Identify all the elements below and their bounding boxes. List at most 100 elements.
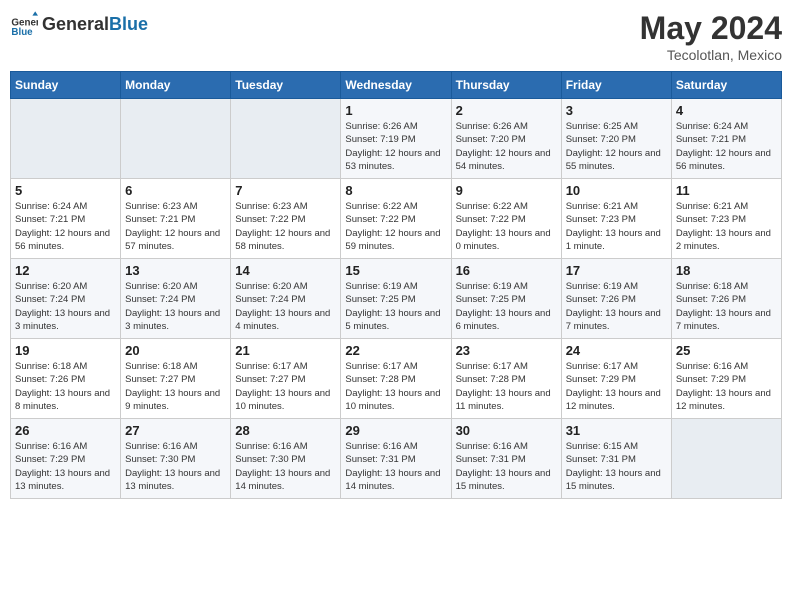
day-info: Sunrise: 6:19 AM Sunset: 7:25 PM Dayligh… (456, 280, 557, 333)
table-row: 26 Sunrise: 6:16 AM Sunset: 7:29 PM Dayl… (11, 419, 121, 499)
day-info: Sunrise: 6:18 AM Sunset: 7:27 PM Dayligh… (125, 360, 226, 413)
daylight-text: Daylight: 13 hours and 15 minutes. (566, 468, 661, 492)
table-row: 1 Sunrise: 6:26 AM Sunset: 7:19 PM Dayli… (341, 99, 451, 179)
day-number: 24 (566, 343, 667, 358)
day-info: Sunrise: 6:24 AM Sunset: 7:21 PM Dayligh… (15, 200, 116, 253)
sunset-text: Sunset: 7:30 PM (125, 454, 195, 465)
sunset-text: Sunset: 7:26 PM (566, 294, 636, 305)
day-info: Sunrise: 6:16 AM Sunset: 7:30 PM Dayligh… (125, 440, 226, 493)
sunrise-text: Sunrise: 6:17 AM (456, 361, 528, 372)
sunset-text: Sunset: 7:24 PM (15, 294, 85, 305)
table-row: 27 Sunrise: 6:16 AM Sunset: 7:30 PM Dayl… (121, 419, 231, 499)
day-number: 30 (456, 423, 557, 438)
table-row: 15 Sunrise: 6:19 AM Sunset: 7:25 PM Dayl… (341, 259, 451, 339)
sunset-text: Sunset: 7:26 PM (676, 294, 746, 305)
daylight-text: Daylight: 13 hours and 4 minutes. (235, 308, 330, 332)
day-info: Sunrise: 6:16 AM Sunset: 7:29 PM Dayligh… (15, 440, 116, 493)
header-saturday: Saturday (671, 72, 781, 99)
table-row: 30 Sunrise: 6:16 AM Sunset: 7:31 PM Dayl… (451, 419, 561, 499)
sunset-text: Sunset: 7:20 PM (566, 134, 636, 145)
day-info: Sunrise: 6:18 AM Sunset: 7:26 PM Dayligh… (676, 280, 777, 333)
sunset-text: Sunset: 7:27 PM (235, 374, 305, 385)
daylight-text: Daylight: 13 hours and 0 minutes. (456, 228, 551, 252)
day-info: Sunrise: 6:23 AM Sunset: 7:21 PM Dayligh… (125, 200, 226, 253)
header-thursday: Thursday (451, 72, 561, 99)
sunrise-text: Sunrise: 6:19 AM (345, 281, 417, 292)
sunrise-text: Sunrise: 6:16 AM (235, 441, 307, 452)
daylight-text: Daylight: 13 hours and 12 minutes. (566, 388, 661, 412)
day-info: Sunrise: 6:26 AM Sunset: 7:19 PM Dayligh… (345, 120, 446, 173)
sunrise-text: Sunrise: 6:20 AM (15, 281, 87, 292)
day-number: 14 (235, 263, 336, 278)
daylight-text: Daylight: 12 hours and 58 minutes. (235, 228, 330, 252)
day-number: 4 (676, 103, 777, 118)
sunset-text: Sunset: 7:31 PM (456, 454, 526, 465)
daylight-text: Daylight: 12 hours and 59 minutes. (345, 228, 440, 252)
day-info: Sunrise: 6:17 AM Sunset: 7:29 PM Dayligh… (566, 360, 667, 413)
table-row: 14 Sunrise: 6:20 AM Sunset: 7:24 PM Dayl… (231, 259, 341, 339)
sunset-text: Sunset: 7:29 PM (15, 454, 85, 465)
header-monday: Monday (121, 72, 231, 99)
header-sunday: Sunday (11, 72, 121, 99)
table-row (231, 99, 341, 179)
sunrise-text: Sunrise: 6:16 AM (15, 441, 87, 452)
daylight-text: Daylight: 13 hours and 13 minutes. (125, 468, 220, 492)
sunset-text: Sunset: 7:27 PM (125, 374, 195, 385)
sunset-text: Sunset: 7:30 PM (235, 454, 305, 465)
daylight-text: Daylight: 13 hours and 14 minutes. (345, 468, 440, 492)
sunset-text: Sunset: 7:21 PM (125, 214, 195, 225)
location-subtitle: Tecolotlan, Mexico (640, 47, 782, 63)
sunset-text: Sunset: 7:23 PM (566, 214, 636, 225)
daylight-text: Daylight: 13 hours and 1 minute. (566, 228, 661, 252)
day-number: 28 (235, 423, 336, 438)
day-info: Sunrise: 6:16 AM Sunset: 7:31 PM Dayligh… (456, 440, 557, 493)
sunrise-text: Sunrise: 6:21 AM (566, 201, 638, 212)
day-number: 27 (125, 423, 226, 438)
table-row: 3 Sunrise: 6:25 AM Sunset: 7:20 PM Dayli… (561, 99, 671, 179)
day-info: Sunrise: 6:22 AM Sunset: 7:22 PM Dayligh… (456, 200, 557, 253)
daylight-text: Daylight: 13 hours and 8 minutes. (15, 388, 110, 412)
sunset-text: Sunset: 7:31 PM (566, 454, 636, 465)
calendar-week-row: 1 Sunrise: 6:26 AM Sunset: 7:19 PM Dayli… (11, 99, 782, 179)
sunset-text: Sunset: 7:19 PM (345, 134, 415, 145)
day-number: 15 (345, 263, 446, 278)
table-row: 16 Sunrise: 6:19 AM Sunset: 7:25 PM Dayl… (451, 259, 561, 339)
day-info: Sunrise: 6:21 AM Sunset: 7:23 PM Dayligh… (566, 200, 667, 253)
calendar-week-row: 26 Sunrise: 6:16 AM Sunset: 7:29 PM Dayl… (11, 419, 782, 499)
logo: General Blue GeneralBlue (10, 10, 148, 38)
daylight-text: Daylight: 13 hours and 7 minutes. (676, 308, 771, 332)
table-row (671, 419, 781, 499)
calendar-week-row: 19 Sunrise: 6:18 AM Sunset: 7:26 PM Dayl… (11, 339, 782, 419)
sunrise-text: Sunrise: 6:19 AM (456, 281, 528, 292)
calendar-week-row: 12 Sunrise: 6:20 AM Sunset: 7:24 PM Dayl… (11, 259, 782, 339)
sunrise-text: Sunrise: 6:20 AM (235, 281, 307, 292)
day-number: 7 (235, 183, 336, 198)
day-number: 8 (345, 183, 446, 198)
header-friday: Friday (561, 72, 671, 99)
day-info: Sunrise: 6:16 AM Sunset: 7:30 PM Dayligh… (235, 440, 336, 493)
daylight-text: Daylight: 13 hours and 9 minutes. (125, 388, 220, 412)
sunset-text: Sunset: 7:25 PM (456, 294, 526, 305)
day-info: Sunrise: 6:17 AM Sunset: 7:27 PM Dayligh… (235, 360, 336, 413)
logo-blue-text: Blue (109, 14, 148, 34)
day-number: 29 (345, 423, 446, 438)
sunrise-text: Sunrise: 6:26 AM (345, 121, 417, 132)
day-info: Sunrise: 6:17 AM Sunset: 7:28 PM Dayligh… (345, 360, 446, 413)
daylight-text: Daylight: 12 hours and 53 minutes. (345, 148, 440, 172)
day-number: 21 (235, 343, 336, 358)
sunset-text: Sunset: 7:21 PM (15, 214, 85, 225)
sunrise-text: Sunrise: 6:16 AM (125, 441, 197, 452)
sunset-text: Sunset: 7:29 PM (676, 374, 746, 385)
sunrise-text: Sunrise: 6:24 AM (15, 201, 87, 212)
table-row: 28 Sunrise: 6:16 AM Sunset: 7:30 PM Dayl… (231, 419, 341, 499)
day-number: 20 (125, 343, 226, 358)
table-row: 5 Sunrise: 6:24 AM Sunset: 7:21 PM Dayli… (11, 179, 121, 259)
sunrise-text: Sunrise: 6:17 AM (345, 361, 417, 372)
sunrise-text: Sunrise: 6:25 AM (566, 121, 638, 132)
day-number: 31 (566, 423, 667, 438)
sunrise-text: Sunrise: 6:23 AM (125, 201, 197, 212)
sunset-text: Sunset: 7:26 PM (15, 374, 85, 385)
day-info: Sunrise: 6:16 AM Sunset: 7:31 PM Dayligh… (345, 440, 446, 493)
logo-icon: General Blue (10, 10, 38, 38)
sunset-text: Sunset: 7:20 PM (456, 134, 526, 145)
